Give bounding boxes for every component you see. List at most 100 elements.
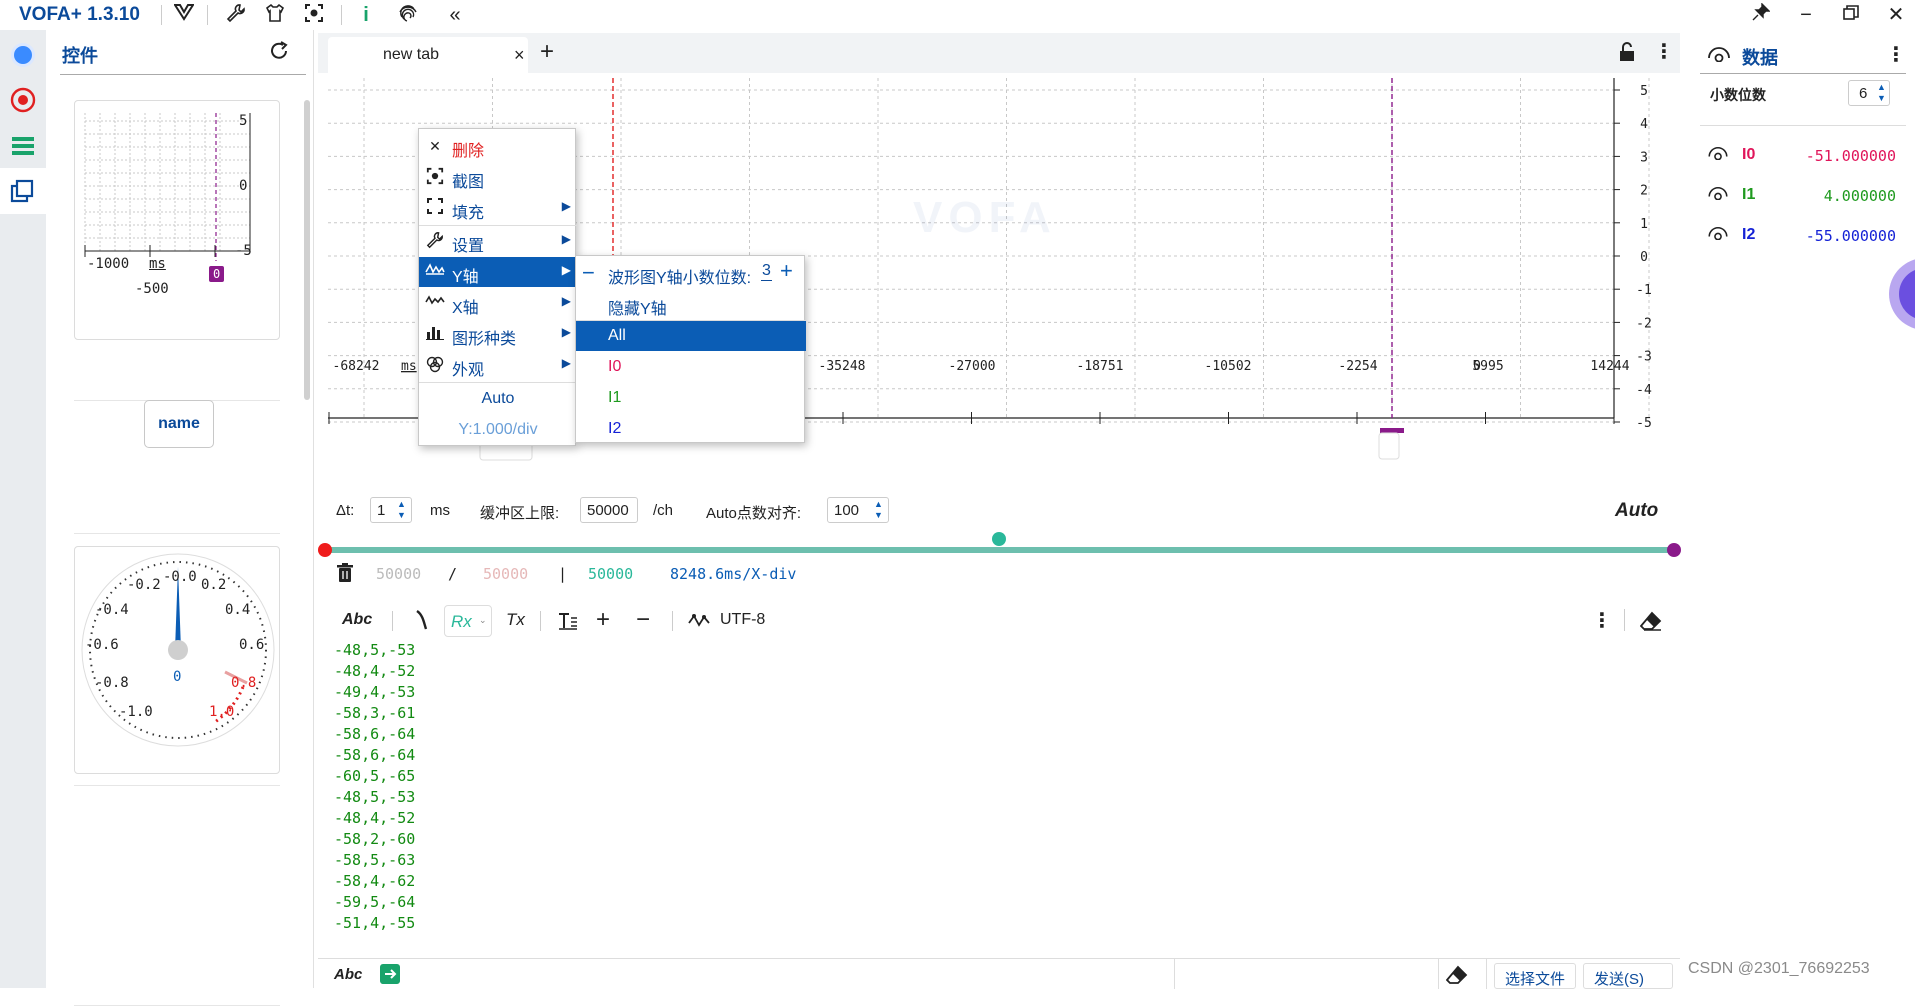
menu-item-auto[interactable]: Auto [419,383,577,413]
menu-item-settings[interactable]: 设置 ▶ [419,226,577,256]
collapse-icon[interactable]: « [443,3,467,27]
gauge-widget[interactable]: -0.2 -0.0 0.2 -0.4 0.4 -0.6 0.6 -0.8 0.8… [74,546,280,774]
menu-item-delete[interactable]: ✕ 删除 [419,131,577,161]
lock-icon[interactable] [1618,42,1636,66]
stepper-arrows-icon: ▲ ▼ [1877,82,1886,103]
menu-item-i1[interactable]: I1 [576,383,806,413]
fingerprint-icon[interactable] [396,3,420,27]
gauge-label: -1.0 [119,704,153,720]
rx-log-line: -48,4,-52 [334,662,416,680]
record-icon[interactable] [8,85,38,115]
choose-file-button[interactable]: 选择文件 [1494,963,1576,989]
menu-item-i0[interactable]: I0 [576,352,806,382]
channel-row-i0[interactable]: I0 -51.000000 [1700,143,1906,169]
context-menu: ✕ 删除 截图 填充 ▶ 设置 ▶ Y轴 ▶ X轴 ▶ 图形种类 ▶ 外观 ▶ … [418,128,577,446]
submenu-arrow-icon: ▶ [561,294,571,308]
vofa-logo-icon[interactable] [172,3,196,27]
pin-icon[interactable] [1749,2,1773,27]
connection-icon[interactable] [8,40,38,70]
wrench-icon[interactable] [224,3,248,27]
add-button[interactable]: + [596,606,610,634]
rail-item-widgets[interactable] [0,168,46,214]
decimal-input[interactable]: 3 [761,262,772,281]
refresh-icon[interactable] [268,40,290,66]
channel-row-i2[interactable]: I2 -55.000000 [1700,223,1906,249]
mini-cursor-label: 0 [209,266,225,282]
submenu-arrow-icon: ▶ [561,325,571,339]
decimals-stepper[interactable]: 6 ▲ ▼ [1848,80,1890,106]
x-tick-label: -68242 [333,359,380,374]
divider [74,533,280,534]
stepper-arrows-icon: ▲ ▼ [874,499,883,520]
trash-icon[interactable] [336,563,354,587]
eye-icon[interactable] [1708,46,1730,66]
menu-item-y-axis[interactable]: Y轴 ▶ [419,257,577,287]
rx-toggle[interactable]: Rx ⌄ [444,605,492,637]
menu-item-hide-y[interactable]: 隐藏Y轴 [576,289,806,319]
rx-log-line: -48,5,-53 [334,788,416,806]
dt-stepper[interactable]: 1 ▲ ▼ [370,497,412,523]
menu-item-chart-type[interactable]: 图形种类 ▶ [419,319,577,349]
send-button[interactable]: 发送(S) [1583,963,1673,989]
divider [1700,125,1906,126]
menu-item-screenshot[interactable]: 截图 [419,162,577,192]
y-tick-label: 5 [1640,84,1648,99]
close-icon[interactable]: ✕ [1884,3,1908,27]
eye-icon[interactable] [1708,226,1728,244]
abc-button[interactable]: Abc [342,611,372,629]
tx-button[interactable]: Tx [506,610,525,630]
slider-mid-handle[interactable] [992,532,1006,546]
minimize-icon[interactable]: − [1794,3,1818,27]
eye-icon[interactable] [1708,146,1728,164]
more-icon[interactable]: ⋮ [1592,608,1612,633]
mini-plot-widget[interactable]: 5 0 -5 -1000 ms -500 0 [74,100,280,340]
decimal-stepper: − 波形图Y轴小数位数: 3 + [582,258,793,287]
text-format-icon[interactable] [558,611,578,635]
tab-close-icon[interactable]: × [514,45,525,66]
remove-button[interactable]: − [636,606,650,634]
slider-start-handle[interactable] [318,543,332,557]
more-icon[interactable]: ⋮ [1886,42,1906,67]
submenu-arrow-icon: ▶ [561,232,571,246]
menu-icon[interactable] [8,131,38,161]
add-tab-button[interactable]: + [540,38,554,66]
mini-y-tick: -5 [235,243,252,259]
title-bar: VOFA+ 1.3.10 i « − ✕ [0,0,1915,30]
menu-item-i2[interactable]: I2 [576,414,806,444]
slider-end-handle[interactable] [1667,543,1681,557]
channel-row-i1[interactable]: I1 4.000000 [1700,183,1906,209]
send-mode-icon[interactable] [380,964,400,984]
auto-button[interactable]: Auto [1615,500,1658,522]
screenshot-icon[interactable] [302,3,326,27]
buffer-input[interactable]: 50000 [580,497,638,523]
align-stepper[interactable]: 100 ▲ ▼ [827,497,889,523]
shirt-icon[interactable] [263,3,287,27]
assistant-bubble[interactable] [1880,254,1915,334]
menu-item-appearance[interactable]: 外观 ▶ [419,350,577,380]
x-tick-label: -18751 [1077,359,1124,374]
gauge-label: 0.8 [231,675,257,691]
gauge-label: -0.0 [163,569,197,585]
abc-button[interactable]: Abc [334,966,362,983]
rx-log-line: -48,4,-52 [334,809,416,827]
scrollbar[interactable] [304,100,310,400]
restore-icon[interactable] [1839,3,1863,27]
cursor-icon[interactable] [414,609,428,637]
eraser-icon[interactable] [1639,611,1662,635]
decrease-icon[interactable]: − [582,260,595,286]
encoding-label[interactable]: UTF-8 [720,611,765,629]
menu-item-all[interactable]: All [576,321,806,351]
more-icon[interactable]: ⋮ [1654,39,1674,64]
eye-icon[interactable] [1708,186,1728,204]
x-unit-label: ms [401,359,417,374]
stat-a: 50000 [376,565,422,583]
menu-item-x-axis[interactable]: X轴 ▶ [419,288,577,318]
info-icon[interactable]: i [354,3,378,27]
name-button[interactable]: name [144,400,214,448]
y-tick-label: 3 [1640,150,1648,165]
menu-item-fill[interactable]: 填充 ▶ [419,193,577,223]
divider [207,5,208,25]
increase-icon[interactable]: + [780,258,793,284]
tab-new-tab[interactable]: new tab × [328,37,528,73]
eraser-icon[interactable] [1445,965,1468,989]
